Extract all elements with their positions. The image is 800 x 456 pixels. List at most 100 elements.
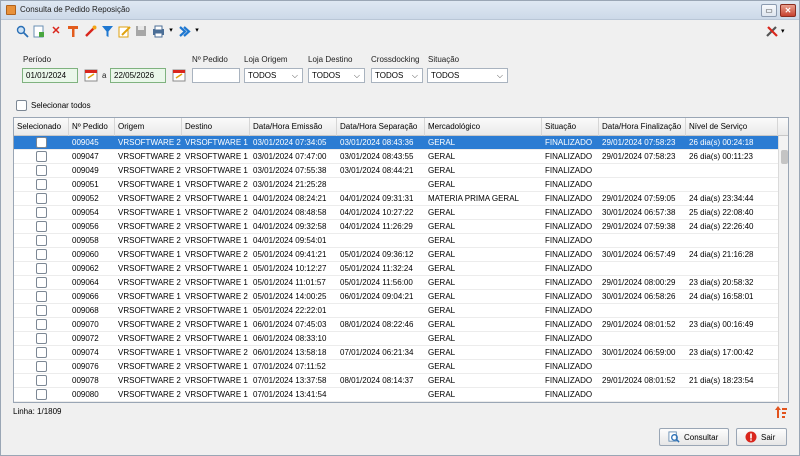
table-cell: VRSOFTWARE 1 [185,236,248,245]
table-cell: FINALIZADO [545,362,593,371]
table-cell: GERAL [428,236,456,245]
column-header[interactable]: Mercadológico [425,118,542,136]
table-row[interactable]: 009056 VRSOFTWARE 2 VRSOFTWARE 1 04/01/2024… [14,220,778,234]
forward-icon[interactable] [177,24,191,38]
row-checkbox[interactable] [36,221,47,232]
filter-icon[interactable] [100,24,114,38]
select-all-checkbox[interactable]: Selecionar todos [16,98,91,112]
column-header[interactable]: Origem [115,118,182,136]
table-row[interactable]: 009066 VRSOFTWARE 1 VRSOFTWARE 2 05/01/2024… [14,290,778,304]
crossdocking-select[interactable]: TODOS ⌵ [371,68,423,83]
consultar-button[interactable]: Consultar [659,428,729,446]
delete-icon[interactable]: ✕ [49,24,63,38]
table-row[interactable]: 009080 VRSOFTWARE 2 VRSOFTWARE 1 07/01/2024… [14,388,778,402]
row-checkbox[interactable] [36,277,47,288]
sair-button[interactable]: Sair [736,428,787,446]
print-icon[interactable] [151,24,165,38]
date-from-field[interactable]: 01/01/2024 [22,68,78,83]
calendar-icon[interactable] [172,68,186,82]
search-icon[interactable] [15,24,29,38]
column-header[interactable]: Destino [182,118,250,136]
calendar-icon[interactable] [84,68,98,82]
table-row[interactable]: 009076 VRSOFTWARE 2 VRSOFTWARE 1 07/01/2024… [14,360,778,374]
table-row[interactable]: 009047 VRSOFTWARE 2 VRSOFTWARE 1 03/01/2024… [14,150,778,164]
loja-origem-select[interactable]: TODOS ⌵ [244,68,303,83]
save-icon[interactable] [134,24,148,38]
wrench-icon[interactable] [83,24,97,38]
table-row[interactable]: 009072 VRSOFTWARE 2 VRSOFTWARE 1 06/01/2024… [14,332,778,346]
table-cell: 24 dia(s) 21:16:28 [689,250,754,259]
column-header[interactable]: Nº Pedido [69,118,115,136]
column-header[interactable]: Situação [542,118,599,136]
row-checkbox[interactable] [36,263,47,274]
table-cell: VRSOFTWARE 2 [118,334,181,343]
table-cell: VRSOFTWARE 1 [185,376,248,385]
table-cell: GERAL [428,376,456,385]
table-cell [599,304,686,318]
chevron-down-icon[interactable]: ▾ [194,24,200,38]
table-row[interactable]: 009064 VRSOFTWARE 2 VRSOFTWARE 1 05/01/2024… [14,276,778,290]
row-checkbox[interactable] [36,193,47,204]
pedido-input[interactable] [192,68,240,83]
row-checkbox[interactable] [36,347,47,358]
table-cell: 29/01/2024 07:59:05 [602,194,676,203]
column-header[interactable]: Selecionado [14,118,69,136]
table-row[interactable]: 009049 VRSOFTWARE 2 VRSOFTWARE 1 03/01/2024… [14,164,778,178]
chevron-down-icon: ⌵ [496,71,503,80]
chevron-down-icon[interactable]: ▾ [168,24,174,38]
settings-menu[interactable]: ▾ [765,24,785,38]
table-cell: 24 dia(s) 22:26:40 [689,222,754,231]
table-row[interactable]: 009052 VRSOFTWARE 2 VRSOFTWARE 1 04/01/2024… [14,192,778,206]
table-row[interactable]: 009051 VRSOFTWARE 1 VRSOFTWARE 2 03/01/2024… [14,178,778,192]
minimize-button[interactable]: ▭ [761,4,777,17]
row-checkbox[interactable] [36,319,47,330]
table-row[interactable]: 009045 VRSOFTWARE 2 VRSOFTWARE 1 03/01/2024… [14,136,778,150]
table-cell: FINALIZADO [545,292,593,301]
vertical-scrollbar[interactable] [778,136,788,402]
row-checkbox[interactable] [36,165,47,176]
row-checkbox[interactable] [36,291,47,302]
close-button[interactable]: ✕ [780,4,796,17]
row-checkbox[interactable] [36,333,47,344]
table-cell: VRSOFTWARE 2 [185,180,248,189]
table-cell: VRSOFTWARE 2 [118,138,181,147]
checkbox[interactable] [16,99,27,111]
table-cell: 29/01/2024 07:58:23 [602,152,676,161]
row-checkbox[interactable] [36,179,47,190]
scrollbar-thumb[interactable] [781,150,788,164]
table-row[interactable]: 009074 VRSOFTWARE 1 VRSOFTWARE 2 06/01/2024… [14,346,778,360]
date-to-field[interactable]: 22/05/2026 [110,68,166,83]
table-row[interactable]: 009070 VRSOFTWARE 2 VRSOFTWARE 1 06/01/2024… [14,318,778,332]
edit-icon[interactable] [117,24,131,38]
tools-icon[interactable] [66,24,80,38]
table-row[interactable]: 009062 VRSOFTWARE 2 VRSOFTWARE 1 05/01/2024… [14,262,778,276]
column-header[interactable]: Data/Hora Separação [337,118,425,136]
column-header[interactable]: Data/Hora Emissão [250,118,337,136]
sort-icon[interactable] [775,406,787,418]
table-header: Selecionado Nº Pedido Origem Destino Data/Ho… [14,118,788,136]
loja-destino-select[interactable]: TODOS ⌵ [308,68,365,83]
row-checkbox[interactable] [36,375,47,386]
row-checkbox[interactable] [36,305,47,316]
row-checkbox[interactable] [36,249,47,260]
new-document-icon[interactable] [32,24,46,38]
table-row[interactable]: 009054 VRSOFTWARE 1 VRSOFTWARE 2 04/01/2024… [14,206,778,220]
row-checkbox[interactable] [36,137,47,148]
table-row[interactable]: 009060 VRSOFTWARE 1 VRSOFTWARE 2 05/01/2024… [14,248,778,262]
table-cell: 08/01/2024 08:22:46 [340,320,414,329]
table-row[interactable]: 009078 VRSOFTWARE 2 VRSOFTWARE 1 07/01/2024… [14,374,778,388]
row-checkbox[interactable] [36,207,47,218]
settings-icon[interactable] [765,24,779,38]
column-header[interactable]: Nível de Serviço [686,118,778,136]
table-cell: 29/01/2024 08:01:52 [602,320,676,329]
row-checkbox[interactable] [36,235,47,246]
row-checkbox[interactable] [36,361,47,372]
column-header[interactable]: Data/Hora Finalização [599,118,686,136]
row-checkbox[interactable] [36,389,47,400]
table-row[interactable]: 009058 VRSOFTWARE 2 VRSOFTWARE 1 04/01/2024… [14,234,778,248]
row-checkbox[interactable] [36,151,47,162]
orders-table: Selecionado Nº Pedido Origem Destino Data/Ho… [13,117,789,403]
table-row[interactable]: 009068 VRSOFTWARE 2 VRSOFTWARE 1 05/01/2024… [14,304,778,318]
table-cell: 05/01/2024 22:22:01 [253,306,327,315]
situacao-select[interactable]: TODOS ⌵ [427,68,508,83]
